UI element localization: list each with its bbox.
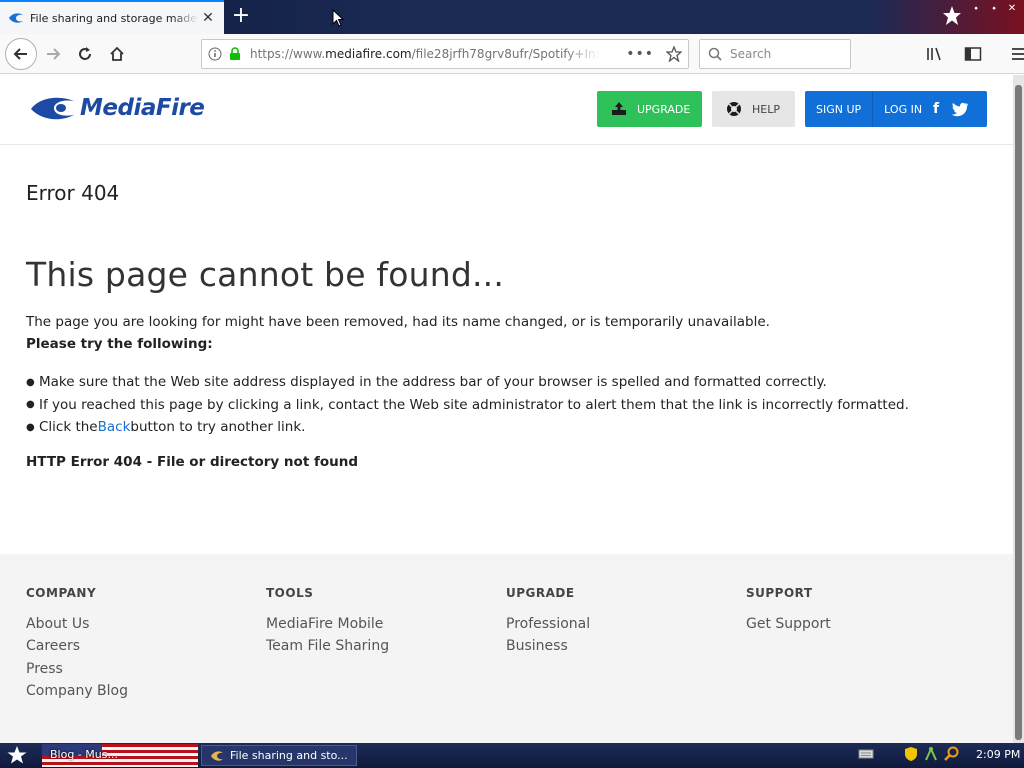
search-input[interactable] [730,47,840,61]
footer-column-support: SUPPORT Get Support [746,586,831,635]
footer-heading: COMPANY [26,586,97,600]
twitter-icon[interactable] [950,99,970,119]
search-bar[interactable] [699,39,851,69]
back-link[interactable]: Back [98,419,131,435]
footer-heading: UPGRADE [506,586,575,600]
list-item: ● Click the Back button to try another li… [26,419,306,436]
upgrade-button[interactable]: UPGRADE [597,91,702,127]
url-text[interactable]: https://www.mediafire.com/file28jrfh78gr… [250,47,600,61]
footer-column-company: COMPANY About Us Careers Press Company B… [26,586,128,702]
footer-link-careers[interactable]: Careers [26,635,128,657]
site-header: MediaFire UPGRADE HELP SIGN UP LOG IN f [0,75,1013,145]
facebook-icon[interactable]: f [926,99,946,119]
reload-icon [79,47,91,60]
window-minimize-icon[interactable]: ⬩ [970,3,982,14]
os-taskbar: Blog - Mus... File sharing and sto... 2:… [0,743,1024,768]
mediafire-logo[interactable]: MediaFire [30,95,205,121]
footer-link-press[interactable]: Press [26,658,128,680]
sign-up-button[interactable]: SIGN UP [805,91,872,127]
upgrade-label: UPGRADE [637,102,691,116]
taskbar-item-label: File sharing and sto... [230,749,348,762]
back-button[interactable] [5,38,37,70]
error-description: The page you are looking for might have … [26,314,770,330]
bullet-icon: ● [26,376,35,388]
bookmark-star-icon[interactable] [666,46,682,62]
footer-link-team-file-sharing[interactable]: Team File Sharing [266,635,389,657]
reload-button[interactable] [70,39,100,69]
sidebar-icon [964,47,982,61]
upgrade-icon [612,102,626,115]
network-icon[interactable] [924,746,938,762]
address-bar[interactable]: https://www.mediafire.com/file28jrfh78gr… [201,39,689,69]
page-actions-icon[interactable]: ••• [626,46,654,62]
mouse-cursor-icon [332,9,344,27]
back-arrow-icon [13,48,27,60]
browser-tab[interactable]: File sharing and storage made simple ✕ [0,0,224,34]
library-icon [927,47,941,61]
bullet-icon: ● [26,421,35,433]
page-headline: This page cannot be found... [26,255,505,294]
forward-arrow-icon [47,48,61,60]
help-label: HELP [752,102,780,116]
bullet-icon: ● [26,399,35,411]
list-item: ● If you reached this page by clicking a … [26,396,909,413]
shield-icon[interactable] [904,746,918,762]
footer-column-upgrade: UPGRADE Professional Business [506,586,590,658]
forward-button[interactable] [38,39,68,69]
info-icon[interactable] [208,47,222,61]
logo-text: MediaFire [80,95,205,121]
keyboard-icon[interactable] [858,748,874,760]
list-item: ● Make sure that the Web site address dis… [26,374,827,391]
lifebuoy-icon [727,102,741,116]
home-button[interactable] [102,39,132,69]
library-button[interactable] [920,39,950,69]
window-restore-icon[interactable]: ⬩ [988,3,1000,14]
footer-heading: SUPPORT [746,586,813,600]
help-button[interactable]: HELP [712,91,795,127]
menu-button[interactable] [1004,39,1024,69]
sidebar-button[interactable] [958,39,988,69]
footer-link-company-blog[interactable]: Company Blog [26,680,128,702]
page-viewport: MediaFire UPGRADE HELP SIGN UP LOG IN f [0,75,1013,743]
start-star-icon[interactable] [6,745,28,765]
tab-strip: File sharing and storage made simple ✕ +… [0,0,1024,34]
footer-link-about-us[interactable]: About Us [26,613,128,635]
system-tray: 2:09 PM [858,746,1020,762]
footer-link-professional[interactable]: Professional [506,613,590,635]
vertical-scrollbar[interactable] [1013,75,1024,743]
http-error-text: HTTP Error 404 - File or directory not f… [26,454,359,470]
footer-link-mediafire-mobile[interactable]: MediaFire Mobile [266,613,389,635]
footer-link-get-support[interactable]: Get Support [746,613,831,635]
log-in-button[interactable]: LOG IN f [872,91,981,127]
footer-link-business[interactable]: Business [506,635,590,657]
taskbar-item-label: Blog - Mus... [50,748,118,761]
mediafire-favicon-icon [8,10,24,26]
tab-close-icon[interactable]: ✕ [200,10,216,26]
hamburger-menu-icon [1012,48,1024,60]
footer-heading: TOOLS [266,586,314,600]
new-tab-button[interactable]: + [228,4,254,30]
taskbar-clock: 2:09 PM [976,747,1021,761]
footer-column-tools: TOOLS MediaFire Mobile Team File Sharing [266,586,389,658]
log-in-label: LOG IN [884,102,923,116]
secure-lock-icon[interactable] [228,47,242,61]
try-heading: Please try the following: [26,336,213,352]
star-decoration-icon [943,6,961,25]
search-tray-icon[interactable] [944,746,960,762]
navigation-toolbar: https://www.mediafire.com/file28jrfh78gr… [0,34,1024,74]
tab-title: File sharing and storage made simple [30,11,198,25]
scrollbar-thumb[interactable] [1015,85,1022,740]
taskbar-item-blog[interactable]: Blog - Mus... [42,744,198,767]
mediafire-flame-icon [31,97,74,120]
browser-app-icon [211,750,223,761]
suggestion-list: ● Make sure that the Web site address dis… [26,371,909,439]
taskbar-item-browser[interactable]: File sharing and sto... [201,745,357,766]
home-icon [110,46,124,61]
error-code: Error 404 [26,181,120,205]
window-close-icon[interactable]: ✕ [1006,3,1018,14]
search-icon [708,47,722,61]
account-button-group: SIGN UP LOG IN f [805,91,987,127]
site-footer: COMPANY About Us Careers Press Company B… [0,554,1013,743]
